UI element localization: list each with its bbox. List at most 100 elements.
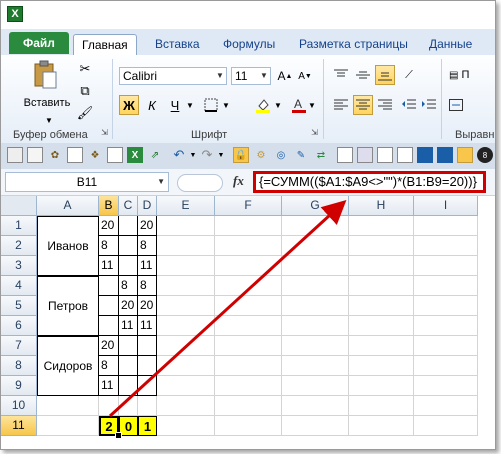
excel-file-icon[interactable]: X [127, 147, 143, 163]
cell-f10[interactable] [215, 396, 282, 416]
row-header-1[interactable]: 1 [1, 216, 37, 236]
table-icon[interactable] [437, 147, 453, 163]
tab-data[interactable]: Данные [421, 34, 480, 54]
wrap-text-button[interactable]: ▤ П [449, 65, 489, 85]
cell-c6[interactable]: 11 [119, 316, 138, 336]
cell-i6[interactable] [414, 316, 478, 336]
cell-d6[interactable]: 11 [138, 316, 157, 336]
column-header-d[interactable]: D [138, 196, 157, 216]
tab-insert[interactable]: Вставка [147, 34, 208, 54]
toolbar-icon[interactable] [457, 147, 473, 163]
fill-handle[interactable] [115, 432, 122, 439]
cell-e7[interactable] [157, 336, 215, 356]
cell-e10[interactable] [157, 396, 215, 416]
cell-g3[interactable] [282, 256, 349, 276]
toolbar-icon[interactable]: ✎ [293, 147, 309, 163]
cell-h8[interactable] [349, 356, 414, 376]
cell-b7[interactable]: 20 [99, 336, 119, 356]
cell-i8[interactable] [414, 356, 478, 376]
new-document-icon[interactable] [107, 147, 123, 163]
borders-dropdown-icon[interactable]: ▼ [221, 95, 231, 115]
formula-input[interactable]: {=СУММ(($A1:$A9<>"")*(B1:B9=20))} [253, 171, 486, 193]
cell-c10[interactable] [119, 396, 138, 416]
cell-d11[interactable]: 1 [138, 416, 157, 436]
cell-e3[interactable] [157, 256, 215, 276]
font-name-dropdown-icon[interactable]: ▼ [214, 68, 226, 84]
orientation-icon[interactable]: ⟋ [399, 65, 419, 85]
insert-function-button[interactable]: fx [233, 173, 244, 189]
column-header-g[interactable]: G [282, 196, 349, 216]
cell-f11[interactable] [215, 416, 282, 436]
bold-button[interactable]: Ж [119, 95, 139, 115]
cell-g11[interactable] [282, 416, 349, 436]
cell-e5[interactable] [157, 296, 215, 316]
cell-h4[interactable] [349, 276, 414, 296]
cell-h2[interactable] [349, 236, 414, 256]
cell-i1[interactable] [414, 216, 478, 236]
column-header-i[interactable]: I [414, 196, 478, 216]
cell-c4[interactable]: 8 [119, 276, 138, 296]
tab-file[interactable]: Файл [9, 32, 69, 54]
toolbar-icon[interactable]: ⚙ [253, 147, 269, 163]
cell-g4[interactable] [282, 276, 349, 296]
export-icon[interactable]: ⇗ [147, 147, 163, 163]
align-left-icon[interactable] [331, 95, 351, 115]
cell-i7[interactable] [414, 336, 478, 356]
name-box[interactable]: B11 ▼ [5, 172, 169, 192]
column-header-h[interactable]: H [349, 196, 414, 216]
row-header-5[interactable]: 5 [1, 296, 37, 316]
cell-c2[interactable] [119, 236, 138, 256]
decrease-indent-icon[interactable] [399, 95, 419, 115]
cell-b8[interactable]: 8 [99, 356, 119, 376]
toolbar-icon[interactable] [67, 147, 83, 163]
column-header-b[interactable]: B [99, 196, 119, 216]
row-header-3[interactable]: 3 [1, 256, 37, 276]
cell-g7[interactable] [282, 336, 349, 356]
cell-i9[interactable] [414, 376, 478, 396]
cell-i4[interactable] [414, 276, 478, 296]
cell-d1[interactable]: 20 [138, 216, 157, 236]
toolbar-icon[interactable] [27, 147, 43, 163]
toolbar-icon[interactable]: ✿ [47, 147, 63, 163]
clipboard-launcher-icon[interactable]: ⇲ [100, 129, 109, 138]
italic-button[interactable]: К [142, 95, 162, 115]
cell-d10[interactable] [138, 396, 157, 416]
cell-f9[interactable] [215, 376, 282, 396]
font-color-icon[interactable]: A [289, 95, 309, 115]
cell-i11[interactable] [414, 416, 478, 436]
cell-d4[interactable]: 8 [138, 276, 157, 296]
toolbar-icon[interactable] [397, 147, 413, 163]
cell-e8[interactable] [157, 356, 215, 376]
cell-c1[interactable] [119, 216, 138, 236]
align-top-icon[interactable] [331, 65, 351, 85]
name-box-dropdown-icon[interactable]: ▼ [157, 173, 165, 191]
row-header-6[interactable]: 6 [1, 316, 37, 336]
cell-f7[interactable] [215, 336, 282, 356]
grow-font-icon[interactable]: A ▲ [275, 66, 295, 86]
row-header-4[interactable]: 4 [1, 276, 37, 296]
cell-h5[interactable] [349, 296, 414, 316]
cell-h10[interactable] [349, 396, 414, 416]
font-size-dropdown-icon[interactable]: ▼ [258, 68, 270, 84]
paste-dropdown-icon[interactable]: ▼ [41, 115, 57, 125]
cell-g2[interactable] [282, 236, 349, 256]
shrink-font-icon[interactable]: A ▼ [295, 66, 315, 86]
cell-f6[interactable] [215, 316, 282, 336]
cell-e11[interactable] [157, 416, 215, 436]
select-all-corner[interactable] [1, 196, 37, 216]
cell-i10[interactable] [414, 396, 478, 416]
cell-h7[interactable] [349, 336, 414, 356]
cell-h11[interactable] [349, 416, 414, 436]
font-launcher-icon[interactable]: ⇲ [310, 129, 319, 138]
cell-e1[interactable] [157, 216, 215, 236]
cut-icon[interactable]: ✂ [75, 59, 95, 79]
cell-d7[interactable] [138, 336, 157, 356]
cell-e6[interactable] [157, 316, 215, 336]
toolbar-icon[interactable] [357, 147, 373, 163]
name-cell-3[interactable]: Сидоров [37, 336, 99, 396]
font-color-dropdown-icon[interactable]: ▼ [307, 95, 317, 115]
cell-f3[interactable] [215, 256, 282, 276]
format-painter-icon[interactable]: 🖌 [75, 103, 95, 123]
cell-b3[interactable]: 11 [99, 256, 119, 276]
column-header-e[interactable]: E [157, 196, 215, 216]
